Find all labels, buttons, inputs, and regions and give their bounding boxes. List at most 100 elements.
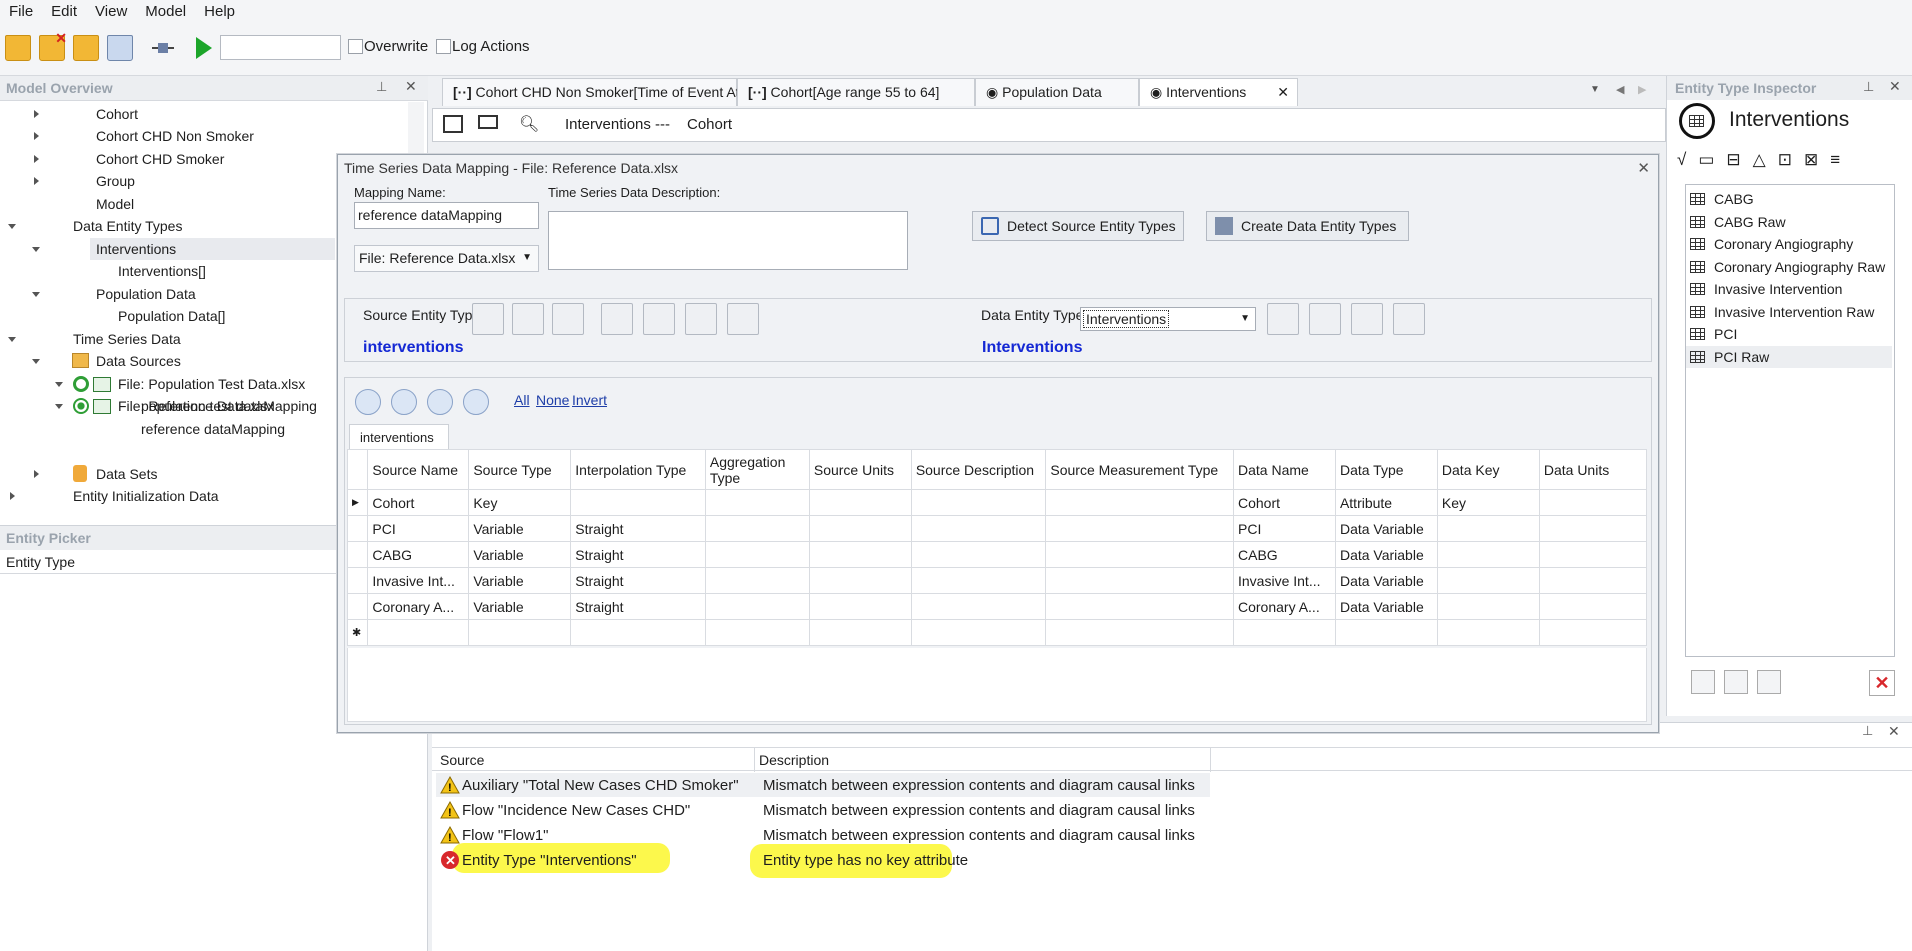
cell[interactable] [910,489,1047,516]
scroll-right-icon[interactable]: ▶ [1638,83,1646,96]
move-up-icon[interactable] [427,389,453,415]
select-all-link[interactable]: All [514,392,530,408]
col-header[interactable]: Data Name [1233,449,1336,490]
col-header[interactable]: Data Units [1538,449,1648,490]
cell[interactable] [704,515,810,542]
tree-item[interactable]: Time Series Data [73,328,181,350]
tree-item[interactable]: Interventions[] [118,260,206,282]
remove-row-icon[interactable] [391,389,417,415]
list-item[interactable]: Invasive Intervention Raw [1690,301,1874,323]
tabs-dropdown-icon[interactable]: ▼ [1590,84,1600,95]
add-row-icon[interactable] [355,389,381,415]
col-header[interactable]: Source Name [367,449,470,490]
data-entity-select[interactable]: Interventions ▼ [1080,307,1256,331]
list-item[interactable]: CABG [1690,188,1754,210]
cell[interactable]: CABG [1233,541,1336,568]
new-folder-icon[interactable] [5,35,31,61]
cell[interactable]: PCI [1233,515,1336,542]
tree-item[interactable]: Data Sources [96,350,181,372]
collapse-icon[interactable] [55,382,63,387]
cell[interactable]: Key [1436,489,1540,516]
list-item[interactable]: Invasive Intervention [1690,278,1842,300]
paint-icon[interactable] [643,303,675,335]
cell[interactable]: Key [468,489,572,516]
tree-item[interactable]: Cohort CHD Smoker [96,148,224,170]
table-row[interactable]: ▶ Cohort Key Cohort Attribute Key [346,489,1648,516]
cell[interactable] [910,515,1047,542]
delete-doc-icon[interactable] [552,303,584,335]
cell[interactable] [1436,515,1540,542]
add-icon[interactable] [512,303,544,335]
table-row[interactable]: CABG Variable Straight CABG Data Variable [346,541,1648,568]
cell[interactable] [1233,619,1336,646]
rename-icon[interactable] [472,303,504,335]
cell[interactable]: Straight [570,567,706,594]
expand-icon[interactable] [34,132,39,140]
cell[interactable] [704,619,810,646]
cell[interactable] [704,567,810,594]
collapse-icon[interactable] [32,359,40,364]
cell[interactable] [1538,489,1648,516]
collapse-icon[interactable] [8,224,16,229]
close-icon[interactable]: ✕ [1888,723,1900,740]
tree-item[interactable]: Cohort CHD Non Smoker [96,125,254,147]
expand-icon[interactable] [34,177,39,185]
add-chart-icon[interactable] [1724,670,1748,694]
cell[interactable]: CABG [367,541,470,568]
delete-icon[interactable]: ✕ [1869,670,1895,696]
cell[interactable]: PCI [367,515,470,542]
settings-flow-icon[interactable] [150,35,176,61]
cell[interactable] [808,515,912,542]
cell[interactable]: Coronary A... [1233,593,1336,620]
table-icon[interactable] [443,115,463,133]
cell[interactable] [704,489,810,516]
download-icon[interactable] [107,35,133,61]
cell[interactable]: Coronary A... [367,593,470,620]
cell[interactable] [910,619,1047,646]
menu-file[interactable]: File [0,3,42,20]
cell[interactable] [367,619,470,646]
cell[interactable]: Data Variable [1334,541,1438,568]
cell[interactable]: Variable [468,567,572,594]
table-row[interactable]: Invasive Int... Variable Straight Invasive … [346,567,1648,594]
close-icon[interactable]: ✕ [405,78,417,95]
menu-edit[interactable]: Edit [42,3,86,20]
add-table-icon[interactable] [1757,670,1781,694]
pin-icon[interactable]: ⊥ [1862,723,1873,739]
cell[interactable]: Variable [468,541,572,568]
edit-icon[interactable] [727,303,759,335]
cell[interactable] [1538,593,1648,620]
create-entities-button[interactable]: Create Data Entity Types [1206,211,1409,241]
run-icon[interactable] [190,35,216,61]
cell[interactable] [1045,619,1234,646]
cell[interactable]: Variable [468,593,572,620]
select-invert-link[interactable]: Invert [572,392,607,408]
cell[interactable] [808,567,912,594]
cell[interactable]: Straight [570,541,706,568]
search-icon[interactable] [601,303,633,335]
cell[interactable] [1045,515,1234,542]
grid-view-icon[interactable] [478,115,498,129]
tree-item[interactable]: Population Data [96,283,196,305]
inspect-icon[interactable]: 🔍︎ [519,114,539,134]
tree-item[interactable]: Entity Initialization Data [73,485,219,507]
cell[interactable]: Data Variable [1334,515,1438,542]
tab-cohort-age[interactable]: [··] Cohort[Age range 55 to 64] [737,78,975,106]
collapse-icon[interactable] [55,404,63,409]
tree-item[interactable]: Group [96,170,135,192]
error-row[interactable]: ! Flow "Incidence New Cases CHD" Mismatc… [440,798,1195,822]
cell[interactable] [808,593,912,620]
cell[interactable]: Straight [570,593,706,620]
cell[interactable]: Cohort [367,489,470,516]
cell[interactable] [1436,541,1540,568]
delete-doc-icon[interactable] [1393,303,1425,335]
cell[interactable]: Invasive Int... [367,567,470,594]
paint-icon[interactable] [1267,303,1299,335]
cell[interactable]: Cohort [1233,489,1336,516]
collapse-icon[interactable] [8,337,16,342]
cell[interactable] [1334,619,1438,646]
col-header[interactable]: Data Type [1334,449,1438,490]
detect-source-button[interactable]: Detect Source Entity Types [972,211,1184,241]
mapping-name-input[interactable]: reference dataMapping [354,202,539,229]
cell[interactable]: Data Variable [1334,567,1438,594]
